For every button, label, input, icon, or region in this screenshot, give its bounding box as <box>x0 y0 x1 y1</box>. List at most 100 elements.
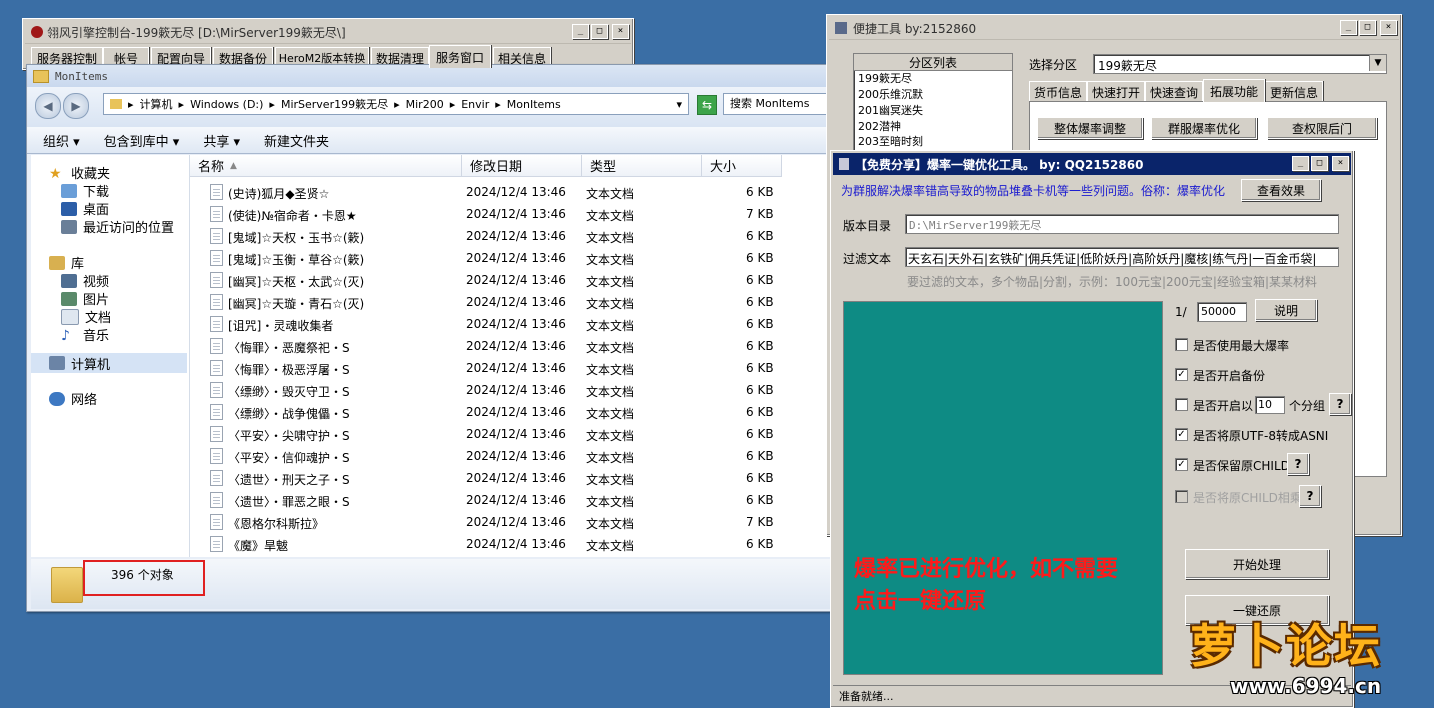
multiply-child-help-button[interactable]: ? <box>1299 485 1321 507</box>
file-row[interactable]: [鬼域]☆天权・玉书☆(簌) 2024/12/4 13:46 文本文档 6 KB <box>190 225 820 247</box>
global-rate-adjust-button[interactable]: 整体爆率调整 <box>1037 117 1143 139</box>
minimize-button[interactable]: _ <box>1340 20 1357 35</box>
share-menu[interactable]: 共享 ▾ <box>191 131 252 150</box>
close-button[interactable]: × <box>1380 20 1397 35</box>
nav-computer[interactable]: 计算机 <box>31 353 187 373</box>
breadcrumb-envir[interactable]: Envir <box>461 98 489 111</box>
partition-item[interactable]: 199簌无尽 <box>854 71 1012 87</box>
nav-desktop[interactable]: 桌面 <box>61 199 109 218</box>
file-name: 〈悔罪〉・极恶浮屠・S <box>228 363 350 377</box>
column-header-name[interactable]: 名称 ▲ <box>190 155 462 177</box>
breadcrumb-drive[interactable]: Windows (D:) <box>190 98 263 111</box>
partition-item[interactable]: 202潜神 <box>854 119 1012 135</box>
maximize-button[interactable]: □ <box>1359 20 1376 35</box>
new-folder-button[interactable]: 新建文件夹 <box>252 131 341 150</box>
file-row[interactable]: [诅咒]・灵魂收集者 2024/12/4 13:46 文本文档 6 KB <box>190 313 820 335</box>
breadcrumb-mir200[interactable]: Mir200 <box>406 98 444 111</box>
column-header-size[interactable]: 大小 <box>702 155 782 177</box>
file-row[interactable]: 〈悔罪〉・极恶浮屠・S 2024/12/4 13:46 文本文档 6 KB <box>190 357 820 379</box>
file-row[interactable]: 〈平安〉・信仰魂护・S 2024/12/4 13:46 文本文档 6 KB <box>190 445 820 467</box>
group-suffix: 个分组 <box>1289 399 1326 413</box>
breadcrumb-computer[interactable]: 计算机 <box>140 96 173 112</box>
ratio-input[interactable]: 50000 <box>1197 302 1247 322</box>
explorer-titlebar[interactable]: MonItems <box>27 65 839 87</box>
nav-documents[interactable]: 文档 <box>61 307 111 326</box>
column-header-date[interactable]: 修改日期 <box>462 155 582 177</box>
partition-item[interactable]: 203至暗时刻 <box>854 135 1012 147</box>
option-checkbox[interactable] <box>1175 398 1188 411</box>
file-row[interactable]: [鬼域]☆玉衡・草谷☆(簌) 2024/12/4 13:46 文本文档 6 KB <box>190 247 820 269</box>
option-checkbox[interactable]: ✓ <box>1175 428 1188 441</box>
search-input[interactable]: 搜索 MonItems <box>723 93 833 115</box>
column-header-type[interactable]: 类型 <box>582 155 702 177</box>
refresh-icon[interactable]: ⇆ <box>697 95 717 115</box>
explain-button[interactable]: 说明 <box>1255 299 1317 321</box>
tab-currency[interactable]: 货币信息 <box>1029 81 1087 102</box>
app-icon <box>839 158 849 170</box>
group-rate-optimize-button[interactable]: 群服爆率优化 <box>1151 117 1257 139</box>
minimize-button[interactable]: _ <box>572 24 589 39</box>
nav-library[interactable]: 库 <box>49 253 84 272</box>
include-in-library-menu[interactable]: 包含到库中 ▾ <box>92 131 192 150</box>
quick-tools-titlebar[interactable]: 便捷工具 by:2152860 _ □ × <box>829 17 1399 40</box>
chevron-down-icon[interactable]: ▾ <box>676 98 682 111</box>
maximize-button[interactable]: □ <box>1311 156 1328 171</box>
option-checkbox[interactable]: ✓ <box>1175 458 1188 471</box>
partition-item[interactable]: 200乐维沉默 <box>854 87 1012 103</box>
file-size: 6 KB <box>746 251 774 265</box>
file-row[interactable]: 〈遗世〉・罪恶之眼・S 2024/12/4 13:46 文本文档 6 KB <box>190 489 820 511</box>
nav-network[interactable]: 网络 <box>49 389 97 408</box>
tab-service-window[interactable]: 服务窗口 <box>429 45 491 68</box>
partition-item[interactable]: 201幽冥迷失 <box>854 103 1012 119</box>
file-date: 2024/12/4 13:46 <box>466 207 566 221</box>
file-row[interactable]: 《魔》旱魃 2024/12/4 13:46 文本文档 6 KB <box>190 533 820 555</box>
option-checkbox[interactable]: ✓ <box>1175 368 1188 381</box>
forward-button[interactable]: ▶ <box>63 93 89 119</box>
chevron-down-icon[interactable]: ▼ <box>1369 55 1386 71</box>
file-row[interactable]: (使徒)№宿命者・卡恩★ 2024/12/4 13:46 文本文档 7 KB <box>190 203 820 225</box>
file-row[interactable]: 〈缥缈〉・战争傀儡・S 2024/12/4 13:46 文本文档 6 KB <box>190 401 820 423</box>
file-row[interactable]: 〈平安〉・尖啸守护・S 2024/12/4 13:46 文本文档 6 KB <box>190 423 820 445</box>
nav-recent[interactable]: 最近访问的位置 <box>61 217 174 236</box>
organize-menu[interactable]: 组织 ▾ <box>27 131 92 150</box>
nav-downloads[interactable]: 下载 <box>61 181 109 200</box>
group-count-input[interactable]: 10 <box>1255 396 1285 414</box>
tab-extensions[interactable]: 拓展功能 <box>1203 79 1265 102</box>
breadcrumb-mirserver[interactable]: MirServer199簌无尽 <box>281 96 388 112</box>
option-checkbox[interactable] <box>1175 338 1188 351</box>
maximize-button[interactable]: □ <box>591 24 608 39</box>
file-row[interactable]: [幽冥]☆天枢・太武☆(灭) 2024/12/4 13:46 文本文档 6 KB <box>190 269 820 291</box>
nav-label: 视频 <box>83 275 110 290</box>
minimize-button[interactable]: _ <box>1292 156 1309 171</box>
keep-child-help-button[interactable]: ? <box>1287 453 1309 475</box>
partition-select[interactable]: 199簌无尽 ▼ <box>1093 54 1387 74</box>
nav-videos[interactable]: 视频 <box>61 271 109 290</box>
file-row[interactable]: 〈悔罪〉・恶魔祭祀・S 2024/12/4 13:46 文本文档 6 KB <box>190 335 820 357</box>
file-row[interactable]: [幽冥]☆天璇・青石☆(灭) 2024/12/4 13:46 文本文档 6 KB <box>190 291 820 313</box>
nav-favorites[interactable]: ★ 收藏夹 <box>49 163 110 183</box>
nav-pictures[interactable]: 图片 <box>61 289 109 308</box>
close-button[interactable]: × <box>1332 156 1349 171</box>
file-row[interactable]: 《恩格尔科斯拉》 2024/12/4 13:46 文本文档 7 KB <box>190 511 820 533</box>
partition-list[interactable]: 分区列表 199簌无尽 200乐维沉默 201幽冥迷失 202潜神 203至暗时… <box>853 53 1013 155</box>
back-button[interactable]: ◀ <box>35 93 61 119</box>
tab-quick-open[interactable]: 快速打开 <box>1087 81 1145 102</box>
version-dir-input[interactable]: D:\MirServer199簌无尽 <box>905 214 1339 234</box>
file-row[interactable]: 〈缥缈〉・毁灭守卫・S 2024/12/4 13:46 文本文档 6 KB <box>190 379 820 401</box>
console-titlebar[interactable]: 翎风引擎控制台-199簌无尽 [D:\MirServer199簌无尽\] _ □ × <box>25 21 631 44</box>
tab-update-info[interactable]: 更新信息 <box>1265 81 1323 102</box>
group-help-button[interactable]: ? <box>1329 393 1351 415</box>
start-process-button[interactable]: 开始处理 <box>1185 549 1329 579</box>
tab-quick-query[interactable]: 快速查询 <box>1145 81 1203 102</box>
nav-music[interactable]: ♪ 音乐 <box>61 325 109 345</box>
close-button[interactable]: × <box>612 24 629 39</box>
filter-text-input[interactable]: 天玄石|天外石|玄铁矿|佣兵凭证|低阶妖丹|高阶妖丹|魔核|练气丹|一百金币袋| <box>905 247 1339 267</box>
view-effect-button[interactable]: 查看效果 <box>1241 179 1321 201</box>
file-row[interactable]: (史诗)狐月◆圣贤☆ 2024/12/4 13:46 文本文档 6 KB <box>190 181 820 203</box>
breadcrumb-monitems[interactable]: MonItems <box>507 98 561 111</box>
file-type: 文本文档 <box>586 319 635 333</box>
address-bar[interactable]: ▸ 计算机 ▸ Windows (D:) ▸ MirServer199簌无尽 ▸ Mi… <box>103 93 689 115</box>
check-backdoor-button[interactable]: 查权限后门 <box>1267 117 1377 139</box>
file-row[interactable]: 〈遗世〉・刑天之子・S 2024/12/4 13:46 文本文档 6 KB <box>190 467 820 489</box>
optimizer-titlebar[interactable]: 【免费分享】爆率一键优化工具。 by: QQ2152860 _ □ × <box>833 153 1351 175</box>
